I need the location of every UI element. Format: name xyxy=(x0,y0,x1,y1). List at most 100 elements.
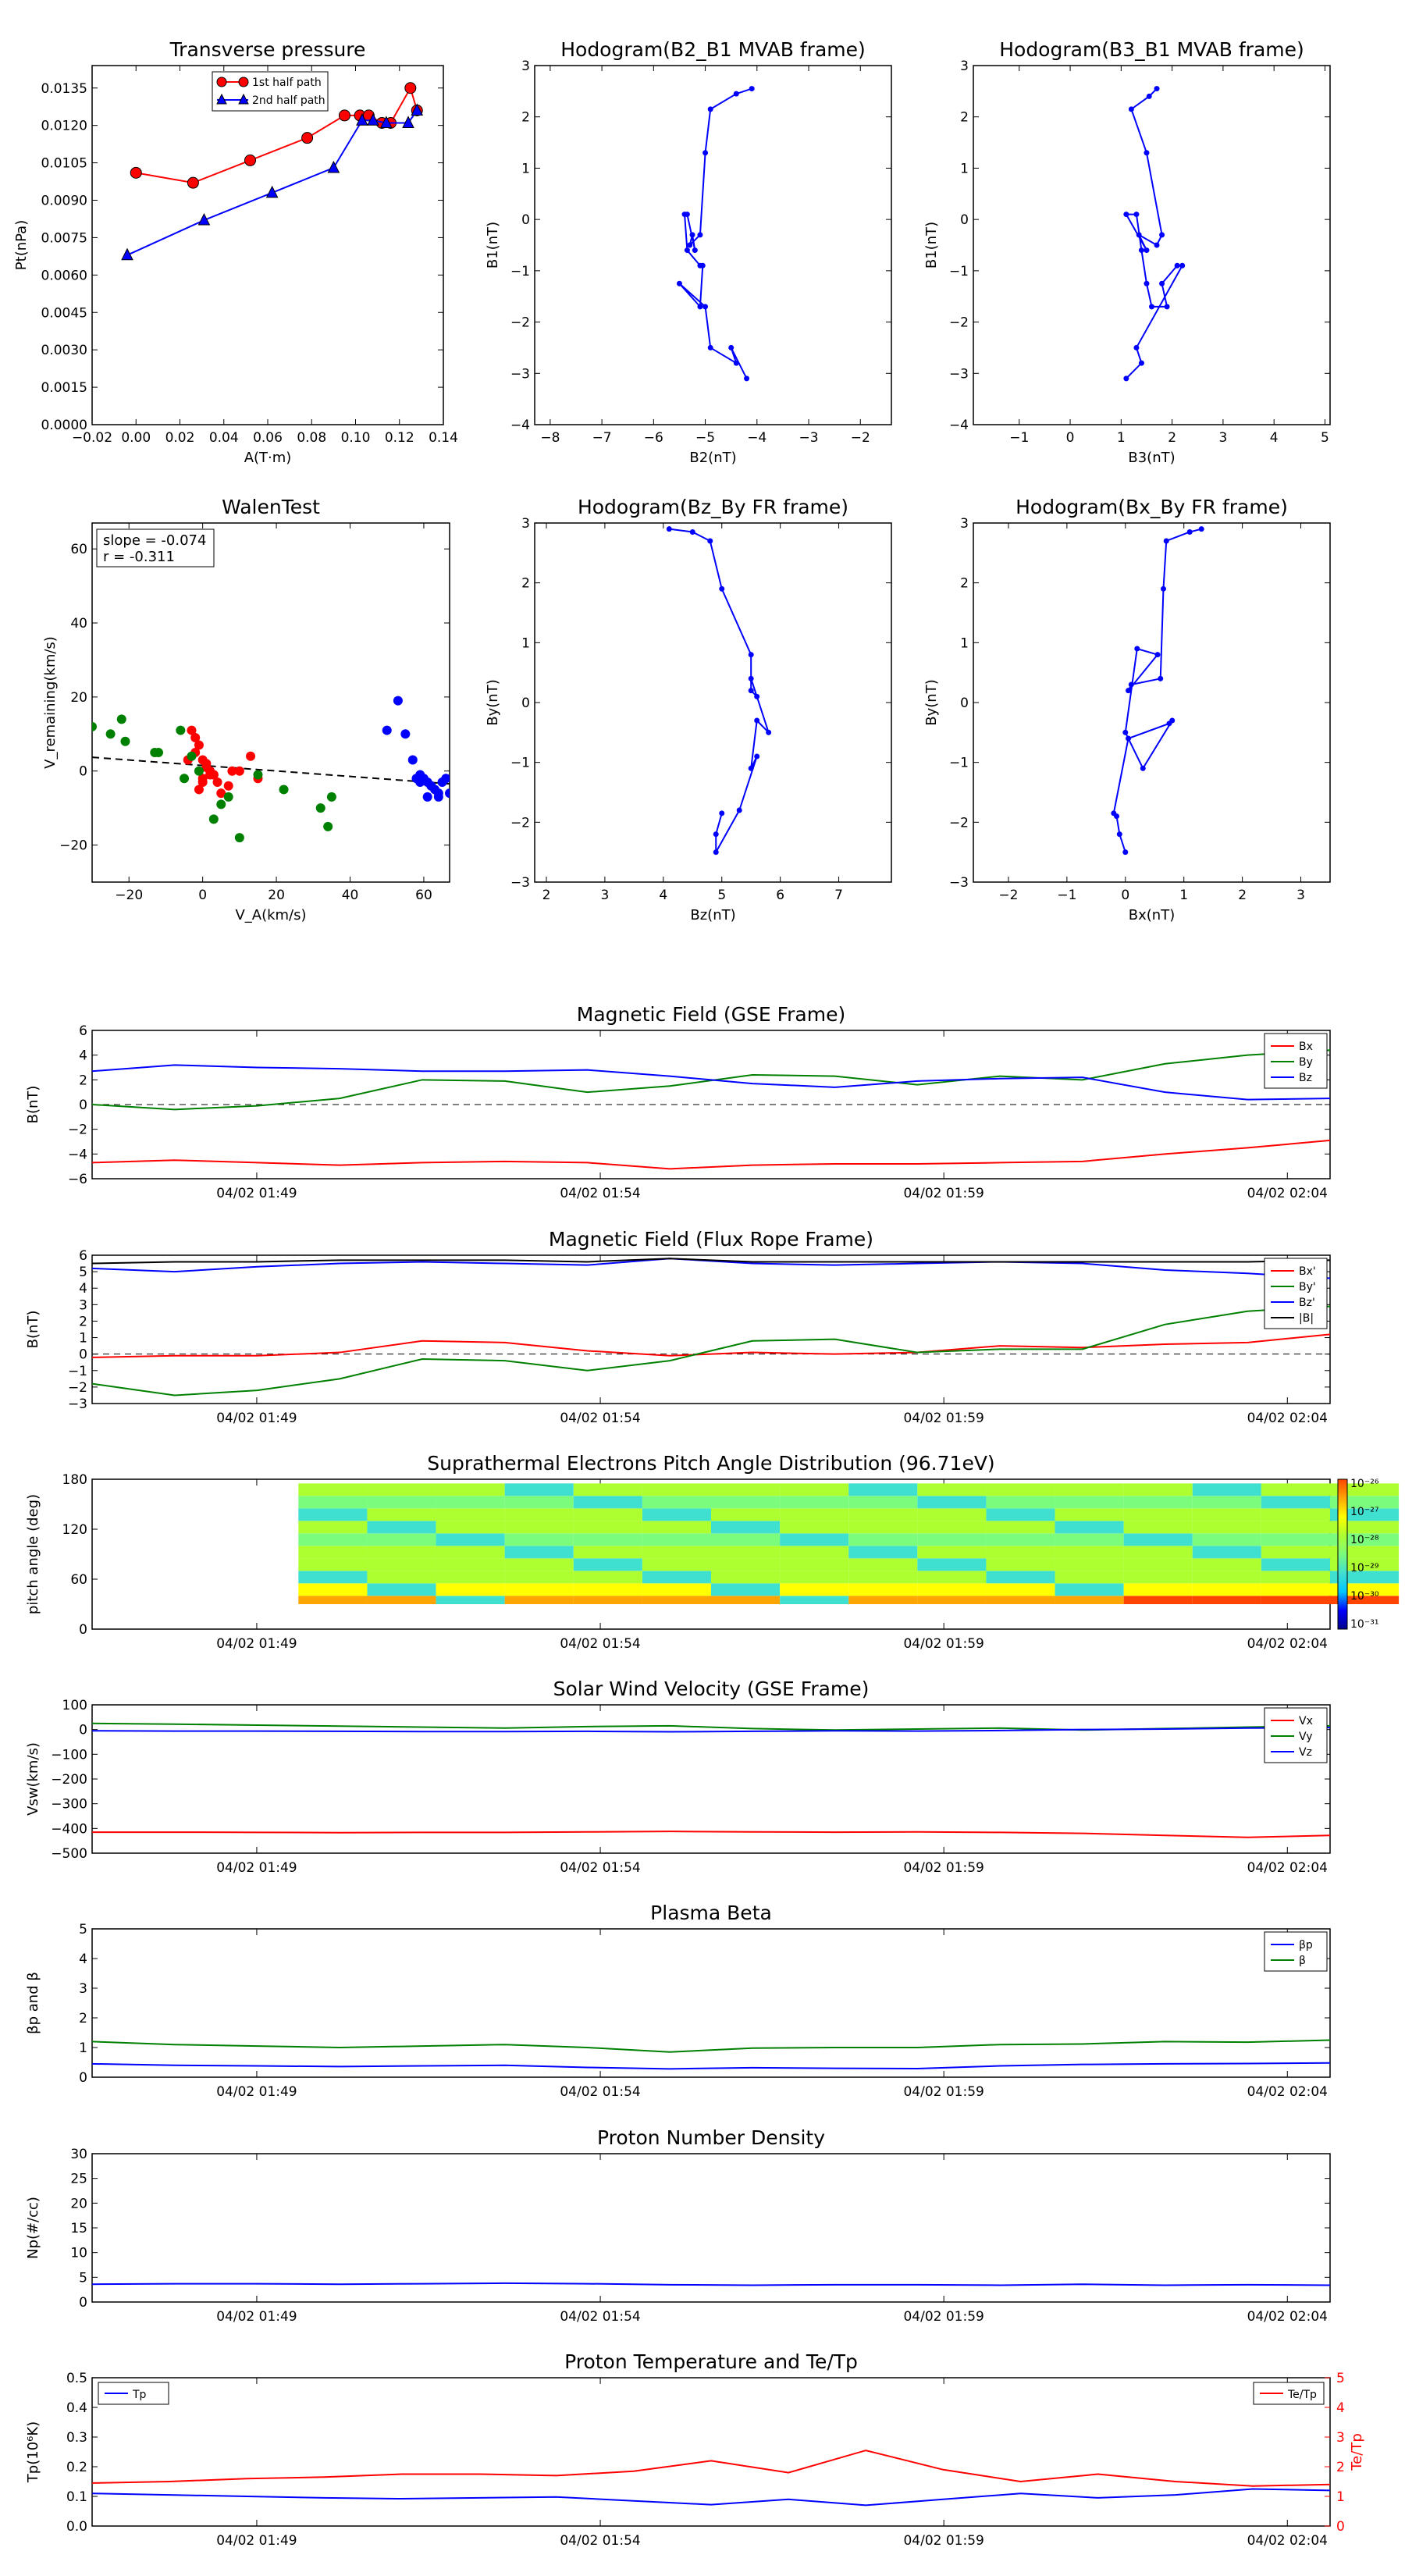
pad-chart: Suprathermal Electrons Pitch Angle Distr… xyxy=(25,1452,1400,1652)
y-tick-label: 0 xyxy=(79,2070,87,2086)
x-tick-label: 60 xyxy=(415,888,432,903)
y-tick-label: −20 xyxy=(59,838,87,854)
data-point xyxy=(120,736,130,746)
annotation-text: slope = -0.074 xyxy=(103,532,206,549)
y-axis-label: Vsw(km/s) xyxy=(25,1742,41,1816)
data-point xyxy=(393,696,403,706)
heatmap-cell xyxy=(436,1558,505,1571)
heatmap-cell xyxy=(367,1483,436,1496)
y-tick-label: 0 xyxy=(79,1098,87,1113)
data-point xyxy=(1138,360,1144,366)
data-point xyxy=(1134,646,1140,652)
chart-title: Hodogram(B2_B1 MVAB frame) xyxy=(560,38,866,61)
y-tick-label: 0 xyxy=(79,1723,87,1738)
data-point xyxy=(707,344,713,350)
data-point xyxy=(728,344,735,350)
data-point xyxy=(187,751,197,761)
legend: Bx By Bz xyxy=(1264,1033,1328,1089)
heatmap-cell xyxy=(1261,1483,1330,1496)
data-point xyxy=(422,792,432,802)
x-tick-label: −7 xyxy=(592,430,612,446)
data-point xyxy=(1158,675,1164,681)
y-axis-label: Np(#/cc) xyxy=(25,2197,41,2259)
time-tick-label: 04/02 01:54 xyxy=(560,2084,640,2100)
y-tick-label: 20 xyxy=(70,690,87,706)
heatmap-cell xyxy=(917,1558,987,1571)
time-tick-label: 04/02 02:04 xyxy=(1247,1186,1328,1201)
legend: Vx Vy Vz xyxy=(1264,1707,1328,1763)
heatmap-cell xyxy=(504,1546,574,1559)
heatmap-cell xyxy=(1055,1596,1124,1604)
heatmap-cell xyxy=(1123,1533,1193,1546)
x-tick-label: 0.00 xyxy=(121,430,151,446)
chart-title: Magnetic Field (GSE Frame) xyxy=(577,1003,845,1026)
data-point xyxy=(92,721,97,731)
y-tick-label: −4 xyxy=(510,418,530,433)
mag-gse-chart: Magnetic Field (GSE Frame) −6 −4 −2 0 2 4 6 04/0… xyxy=(25,1003,1331,1201)
heatmap-cell xyxy=(1055,1533,1124,1546)
legend-label: Vx xyxy=(1299,1715,1313,1727)
data-point xyxy=(754,717,760,724)
x-tick-label: 6 xyxy=(776,888,784,903)
heatmap-cell xyxy=(1123,1546,1193,1559)
y-tick-label: −2 xyxy=(68,1123,87,1138)
legend: Bx' By' Bz' |B| xyxy=(1264,1258,1328,1329)
heatmap-cell xyxy=(298,1558,368,1571)
y-tick-label: 3 xyxy=(521,59,530,74)
data-point xyxy=(1198,526,1204,532)
data-point xyxy=(1140,765,1146,771)
y-tick-label: 3 xyxy=(960,59,969,74)
data-point xyxy=(1144,247,1150,254)
y-tick-label: 30 xyxy=(70,2147,87,2162)
legend-label: β xyxy=(1299,1955,1306,1967)
x-axis-label: B3(nT) xyxy=(1128,450,1175,466)
x-tick-label: 0.08 xyxy=(297,430,326,446)
data-point xyxy=(208,770,219,780)
heatmap-cell xyxy=(917,1508,987,1521)
data-point xyxy=(697,232,703,238)
x-tick-label: 0.14 xyxy=(429,430,458,446)
heatmap-cell xyxy=(711,1533,781,1546)
heatmap-cell xyxy=(298,1533,368,1546)
data-point xyxy=(1149,304,1154,310)
heatmap-cell xyxy=(436,1508,505,1521)
data-point xyxy=(1128,681,1134,688)
heatmap-cell xyxy=(917,1596,987,1604)
data-point xyxy=(400,729,411,739)
heatmap-cell xyxy=(436,1596,505,1604)
hodo-b3b1-chart: Hodogram(B3_B1 MVAB frame) −1 0 1 2 3 4 5 −4 −3 −2… xyxy=(923,38,1331,466)
data-point xyxy=(315,803,325,813)
y-tick-label: 1 xyxy=(960,161,969,176)
y-tick-label: 6 xyxy=(79,1248,87,1264)
time-tick-label: 04/02 01:54 xyxy=(560,1636,640,1652)
y-tick-label: 1 xyxy=(960,635,969,651)
data-point xyxy=(692,247,698,254)
heatmap-cell xyxy=(1192,1583,1261,1596)
heatmap-cell xyxy=(711,1596,781,1604)
x-tick-label: 40 xyxy=(342,888,359,903)
y-tick-label: −400 xyxy=(51,1821,87,1837)
data-point xyxy=(201,759,212,769)
y-tick-label: 3 xyxy=(960,516,969,532)
heatmap-cell xyxy=(1055,1508,1124,1521)
x-tick-label: 3 xyxy=(600,888,609,903)
heatmap-cell xyxy=(917,1546,987,1559)
y-tick-label: 0 xyxy=(521,696,530,711)
temp-chart: Proton Temperature and Te/Tp 0.0 0.1 0.2 0.3… xyxy=(25,2350,1365,2549)
heatmap-cell xyxy=(642,1483,711,1496)
heatmap-cell xyxy=(436,1496,505,1509)
y-tick-label: 3 xyxy=(79,1297,87,1313)
legend-label: By xyxy=(1299,1056,1313,1069)
chart-title: Suprathermal Electrons Pitch Angle Distr… xyxy=(427,1452,994,1475)
data-point xyxy=(1116,831,1122,838)
heatmap-cell xyxy=(298,1583,368,1596)
legend-label: Bx' xyxy=(1299,1265,1316,1278)
data-point xyxy=(754,753,760,760)
data-point xyxy=(707,538,713,544)
heatmap-cell xyxy=(1192,1571,1261,1584)
chart-title: Proton Number Density xyxy=(597,2126,825,2149)
heatmap-cell xyxy=(367,1571,436,1584)
x-tick-label: −1 xyxy=(1057,888,1076,903)
heatmap-cell xyxy=(573,1521,642,1534)
plot-frame xyxy=(91,1928,1331,2078)
